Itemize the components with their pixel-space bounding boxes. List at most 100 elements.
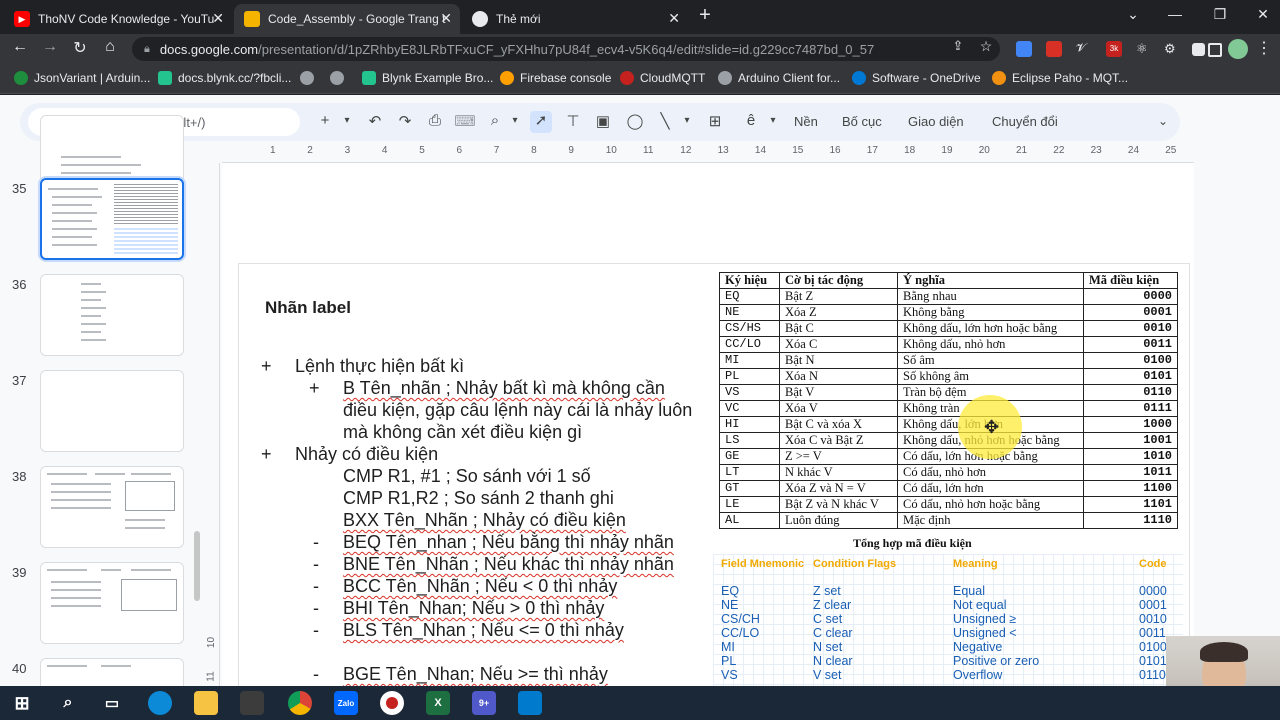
table-cell: Xóa C <box>779 336 898 353</box>
ruler-number: 3 <box>344 145 351 156</box>
print-icon[interactable]: ⎙ <box>424 112 446 129</box>
slide-content[interactable]: Nhãn label + Lệnh thực hiện bất kì + B T… <box>238 263 1190 686</box>
close-tab-icon[interactable]: ✕ <box>668 10 680 27</box>
edge-icon[interactable] <box>148 691 172 715</box>
task-view-icon[interactable]: ▭ <box>100 691 124 715</box>
redo-icon[interactable]: ↷ <box>394 112 416 130</box>
slide-thumbnail[interactable] <box>40 466 184 548</box>
line-dropdown-icon[interactable]: ▾ <box>676 115 698 126</box>
teams-icon[interactable]: 9+ <box>472 691 496 715</box>
bookmark-item[interactable]: JsonVariant | Arduin... <box>14 71 150 85</box>
zoom-dropdown-icon[interactable]: ▾ <box>504 115 526 126</box>
bookmark-item[interactable]: Firebase console <box>500 71 611 85</box>
bookmark-label: docs.blynk.cc/?fbcli... <box>178 71 292 85</box>
undo-icon[interactable]: ↶ <box>364 112 386 130</box>
bookmarks-bar: JsonVariant | Arduin... docs.blynk.cc/?f… <box>0 64 1280 94</box>
window-close-icon[interactable]: ✕ <box>1248 6 1278 23</box>
input-tools-dropdown-icon[interactable]: ▾ <box>762 115 784 126</box>
table-header-cell: Ý nghĩa <box>897 272 1084 289</box>
windows-start-icon[interactable]: ⊞ <box>10 691 34 715</box>
back-icon[interactable]: ← <box>8 38 32 56</box>
shape-icon[interactable]: ◯ <box>624 112 646 130</box>
store-icon[interactable] <box>240 691 264 715</box>
table-cell: MI <box>719 352 780 369</box>
table-cell: NE <box>719 304 780 321</box>
address-bar[interactable]: 🔒︎ docs.google.com/presentation/d/1pZRhb… <box>132 37 1000 61</box>
slide-thumbnail[interactable] <box>40 658 184 686</box>
text-box-icon[interactable]: ⊤ <box>562 112 584 130</box>
paint-format-icon[interactable]: ⌨ <box>454 112 476 130</box>
layout-button[interactable]: Bố cục <box>842 114 882 129</box>
slide-thumbnail-selected[interactable] <box>40 178 184 260</box>
extensions-puzzle-icon[interactable] <box>1192 43 1205 56</box>
bookmark-item[interactable] <box>300 71 320 85</box>
slide-thumbnail[interactable] <box>40 274 184 356</box>
share-icon[interactable]: ⇪ <box>946 38 970 54</box>
theme-button[interactable]: Giao diện <box>908 114 964 129</box>
search-icon[interactable]: ⌕ <box>56 691 80 715</box>
condition-table-body: EQ Bật Z Bằng nhau 0000 NE Xóa Z Không bằng 000… <box>719 288 1178 529</box>
slide-thumbnail[interactable] <box>40 562 184 644</box>
collapse-toolbar-icon[interactable]: ⌄ <box>1152 114 1174 128</box>
chrome-icon <box>472 11 488 27</box>
forward-icon[interactable]: → <box>38 38 62 56</box>
bookmark-item[interactable]: Software - OneDrive <box>852 71 981 85</box>
menu-dots-icon[interactable]: ⋮ <box>1252 38 1276 58</box>
bookmark-item[interactable]: CloudMQTT <box>620 71 705 85</box>
extension-script-icon[interactable]: 𝓥 <box>1076 41 1092 57</box>
obs-icon[interactable] <box>380 691 404 715</box>
mnemonic-cell: 0011 <box>1139 626 1166 640</box>
translate-extension-icon[interactable] <box>1016 41 1032 57</box>
tab-youtube[interactable]: ▶ ThoNV Code Knowledge - YouTu ✕ <box>4 4 232 34</box>
reload-icon[interactable]: ↻ <box>68 38 92 58</box>
line-icon[interactable]: ╲ <box>654 112 676 130</box>
mnemonic-header: Condition Flags <box>813 558 897 570</box>
minimize-icon[interactable]: — <box>1160 6 1190 22</box>
slide-thumbnail[interactable] <box>40 370 184 452</box>
profile-avatar[interactable] <box>1228 39 1248 59</box>
transition-button[interactable]: Chuyển đổi <box>992 114 1058 129</box>
new-slide-icon[interactable]: + <box>314 112 336 129</box>
chrome-icon[interactable] <box>288 691 312 715</box>
bookmark-item[interactable]: Eclipse Paho - MQT... <box>992 71 1128 85</box>
mnemonic-cell: CC/LO <box>721 626 760 640</box>
excel-icon[interactable]: X <box>426 691 450 715</box>
restore-icon[interactable]: ❐ <box>1205 6 1235 23</box>
tab-new-tab[interactable]: Thẻ mới ✕ <box>462 4 688 34</box>
tab-code-assembly[interactable]: Code_Assembly - Google Trang t ✕ <box>234 4 460 34</box>
bookmark-item[interactable]: Blynk Example Bro... <box>362 71 493 85</box>
tab-search-icon[interactable]: ⌄ <box>1118 6 1148 23</box>
ruler-number: 19 <box>941 145 953 156</box>
bookmark-item[interactable]: docs.blynk.cc/?fbcli... <box>158 71 291 85</box>
settings-extension-icon[interactable]: ⚙ <box>1164 41 1180 57</box>
select-cursor-icon[interactable]: ➚ <box>530 111 552 133</box>
input-tools-icon[interactable]: ê <box>740 112 762 129</box>
home-icon[interactable]: ⌂ <box>98 38 122 56</box>
zoom-icon[interactable]: ⌕ <box>484 112 506 129</box>
url-path: /presentation/d/1pZRhbyE8JLRbTFxuCF_yFXH… <box>258 41 875 57</box>
side-panel-icon[interactable] <box>1208 43 1222 57</box>
condition-code-table[interactable]: Ký hiệu Cờ bị tác động Ý nghĩa Mã điều k… <box>719 272 1178 529</box>
table-row: GE Z >= V Có dấu, lớn hơn hoặc bằng 1010 <box>719 448 1178 465</box>
extension-red-icon[interactable] <box>1046 41 1062 57</box>
bookmark-star-icon[interactable]: ☆ <box>974 38 998 55</box>
close-tab-icon[interactable]: ✕ <box>212 10 224 27</box>
zalo-icon[interactable]: Zalo <box>334 691 358 715</box>
ruler-number: 18 <box>904 145 916 156</box>
slide-canvas[interactable]: Nhãn label + Lệnh thực hiện bất kì + B T… <box>222 163 1194 686</box>
table-cell: Bằng nhau <box>897 288 1084 305</box>
insert-comment-icon[interactable]: ⊞ <box>704 112 726 130</box>
background-button[interactable]: Nền <box>794 114 818 129</box>
file-explorer-icon[interactable] <box>194 691 218 715</box>
new-slide-dropdown-icon[interactable]: ▾ <box>336 115 358 126</box>
bookmark-item[interactable]: Arduino Client for... <box>718 71 840 85</box>
table-row: AL Luôn đúng Mặc định 1110 <box>719 512 1178 529</box>
react-devtools-icon[interactable]: ⚛ <box>1136 41 1152 57</box>
new-tab-button[interactable]: + <box>690 4 720 27</box>
ruler-number: 12 <box>680 145 692 156</box>
close-tab-icon[interactable]: ✕ <box>440 10 452 27</box>
bookmark-item[interactable] <box>330 71 350 85</box>
vscode-icon[interactable] <box>518 691 542 715</box>
extension-badge-icon[interactable]: 3k <box>1106 41 1122 57</box>
insert-image-icon[interactable]: ▣ <box>592 112 614 130</box>
